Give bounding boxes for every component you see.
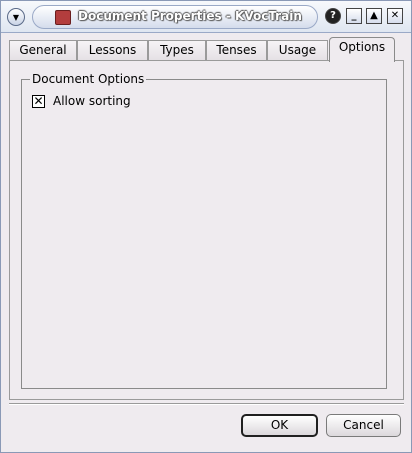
allow-sorting-checkbox[interactable]: ✕	[32, 95, 45, 108]
window-menu-icon[interactable]: ▼	[7, 8, 25, 26]
title-pill: Document Properties - KVocTrain	[32, 5, 318, 29]
document-options-group: Document Options ✕ Allow sorting	[21, 72, 387, 389]
help-icon[interactable]: ?	[325, 8, 341, 24]
close-icon[interactable]: ✕	[387, 8, 403, 24]
tab-tenses-label: Tenses	[216, 43, 257, 57]
button-separator	[9, 403, 404, 405]
tab-options[interactable]: Options	[329, 37, 395, 62]
tab-lessons[interactable]: Lessons	[77, 40, 148, 61]
tab-general[interactable]: General	[9, 40, 77, 61]
cancel-button[interactable]: Cancel	[326, 414, 401, 437]
tab-types[interactable]: Types	[148, 40, 206, 61]
tab-options-label: Options	[338, 40, 386, 54]
allow-sorting-label[interactable]: Allow sorting	[53, 94, 131, 108]
options-tab-panel: Document Options ✕ Allow sorting	[9, 60, 404, 400]
minimize-icon[interactable]: _	[346, 8, 362, 24]
tab-general-label: General	[19, 43, 67, 57]
ok-button[interactable]: OK	[241, 414, 318, 437]
group-title: Document Options	[30, 72, 147, 86]
tab-lessons-label: Lessons	[88, 43, 137, 57]
title-bar[interactable]: ▼ Document Properties - KVocTrain ? _ ▲ …	[1, 1, 411, 33]
app-icon	[55, 10, 71, 25]
tab-bar: General Lessons Types Tenses Usage Optio…	[9, 37, 404, 62]
tab-usage-label: Usage	[278, 43, 317, 57]
tab-types-label: Types	[160, 43, 194, 57]
tab-tenses[interactable]: Tenses	[206, 40, 267, 61]
dialog-window: ▼ Document Properties - KVocTrain ? _ ▲ …	[0, 0, 412, 453]
maximize-icon[interactable]: ▲	[366, 8, 382, 24]
window-title: Document Properties - KVocTrain	[78, 9, 302, 23]
tab-usage[interactable]: Usage	[267, 40, 328, 61]
